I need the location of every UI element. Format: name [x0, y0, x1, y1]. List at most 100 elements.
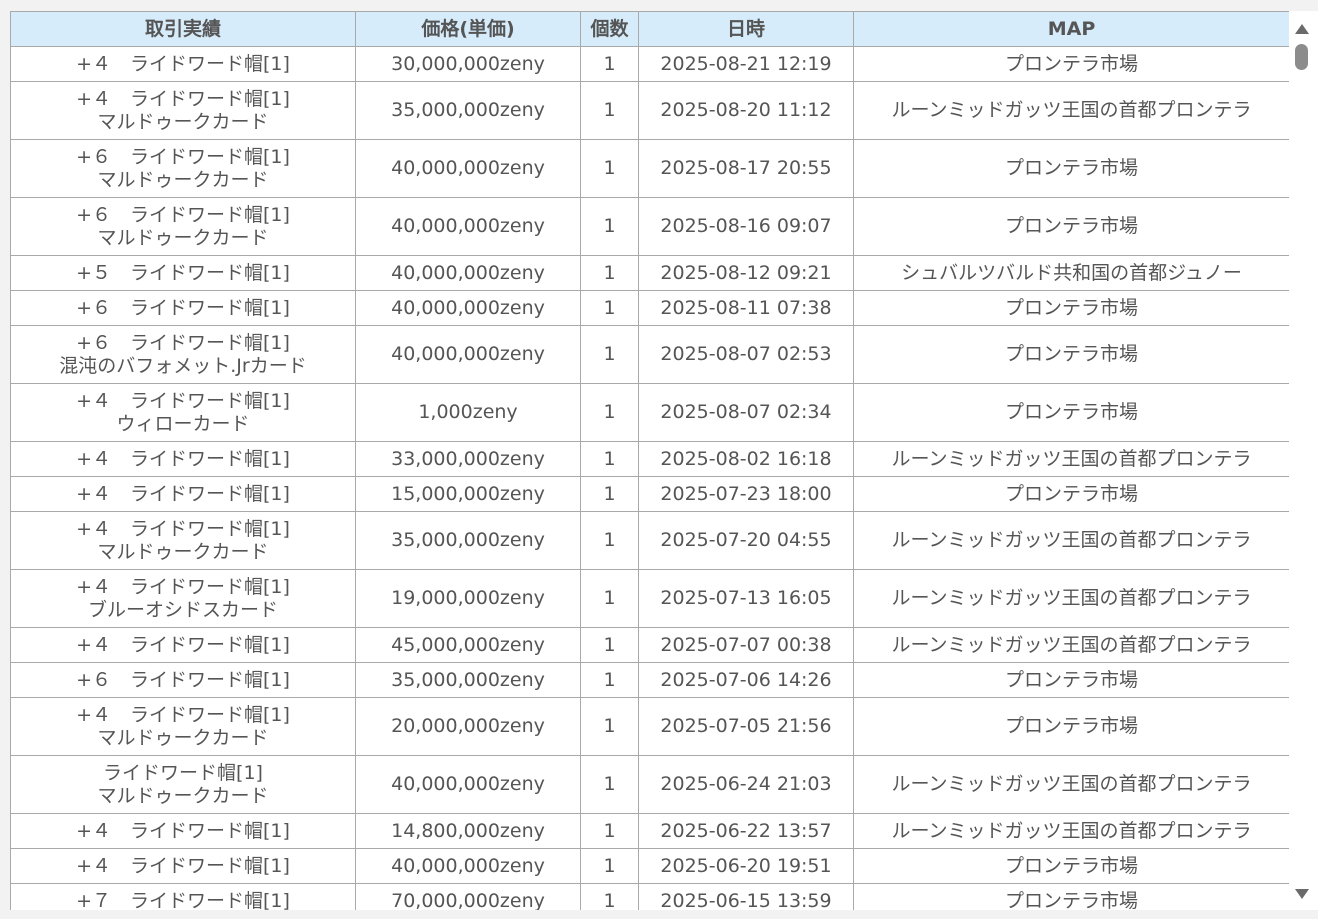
- cell-map: ルーンミッドガッツ王国の首都プロンテラ: [853, 81, 1289, 140]
- cell-map: プロンテラ市場: [853, 290, 1289, 326]
- table-row: +４ ライドワード帽[1] ブルーオシドスカード 19,000,000zeny 1 20…: [10, 569, 1289, 628]
- cell-price: 30,000,000zeny: [355, 46, 581, 82]
- cell-price: 35,000,000zeny: [355, 81, 581, 140]
- cell-map: プロンテラ市場: [853, 883, 1289, 910]
- cell-price: 14,800,000zeny: [355, 813, 581, 849]
- item-name: +６ ライドワード帽[1]: [76, 668, 290, 691]
- cell-datetime: 2025-07-20 04:55: [638, 511, 854, 570]
- cell-map: プロンテラ市場: [853, 139, 1289, 198]
- cell-item: +６ ライドワード帽[1] マルドゥークカード: [10, 197, 356, 256]
- item-name: +４ ライドワード帽[1]: [76, 703, 290, 726]
- item-name: ライドワード帽[1]: [103, 761, 263, 784]
- item-name: +７ ライドワード帽[1]: [76, 889, 290, 911]
- cell-datetime: 2025-06-20 19:51: [638, 848, 854, 884]
- cell-quantity: 1: [580, 883, 639, 910]
- cell-datetime: 2025-06-15 13:59: [638, 883, 854, 910]
- item-name: +４ ライドワード帽[1]: [76, 633, 290, 656]
- cell-datetime: 2025-06-22 13:57: [638, 813, 854, 849]
- trade-history-table: 取引実績 価格(単価) 個数 日時 MAP +４ ライドワード帽[1] 30,00…: [10, 11, 1289, 910]
- table-row: +４ ライドワード帽[1] 45,000,000zeny 1 2025-07-07 0…: [10, 627, 1289, 663]
- cell-quantity: 1: [580, 325, 639, 384]
- cell-quantity: 1: [580, 697, 639, 756]
- cell-map: ルーンミッドガッツ王国の首都プロンテラ: [853, 569, 1289, 628]
- item-name: +４ ライドワード帽[1]: [76, 819, 290, 842]
- cell-item: +７ ライドワード帽[1]: [10, 883, 356, 911]
- cell-price: 70,000,000zeny: [355, 883, 581, 910]
- cell-map: ルーンミッドガッツ王国の首都プロンテラ: [853, 755, 1289, 814]
- table-row: +７ ライドワード帽[1] 70,000,000zeny 1 2025-06-15 1…: [10, 883, 1289, 911]
- item-name: +６ ライドワード帽[1]: [76, 296, 290, 319]
- cell-item: +４ ライドワード帽[1]: [10, 441, 356, 477]
- table-row: +６ ライドワード帽[1] 35,000,000zeny 1 2025-07-06 1…: [10, 662, 1289, 698]
- cell-price: 40,000,000zeny: [355, 139, 581, 198]
- cell-datetime: 2025-08-16 09:07: [638, 197, 854, 256]
- cell-quantity: 1: [580, 81, 639, 140]
- cell-price: 40,000,000zeny: [355, 290, 581, 326]
- cell-price: 40,000,000zeny: [355, 848, 581, 884]
- cell-map: プロンテラ市場: [853, 662, 1289, 698]
- scroll-up-arrow-icon[interactable]: [1295, 24, 1309, 34]
- header-quantity: 個数: [580, 11, 639, 47]
- cell-item: ライドワード帽[1] マルドゥークカード: [10, 755, 356, 814]
- cell-datetime: 2025-08-07 02:53: [638, 325, 854, 384]
- item-name: +４ ライドワード帽[1]: [76, 447, 290, 470]
- cell-price: 40,000,000zeny: [355, 255, 581, 291]
- cell-datetime: 2025-08-20 11:12: [638, 81, 854, 140]
- cell-quantity: 1: [580, 813, 639, 849]
- cell-price: 40,000,000zeny: [355, 325, 581, 384]
- item-name: +４ ライドワード帽[1]: [76, 517, 290, 540]
- item-card: マルドゥークカード: [97, 784, 269, 807]
- cell-map: ルーンミッドガッツ王国の首都プロンテラ: [853, 511, 1289, 570]
- cell-item: +６ ライドワード帽[1] マルドゥークカード: [10, 139, 356, 198]
- cell-quantity: 1: [580, 197, 639, 256]
- cell-price: 19,000,000zeny: [355, 569, 581, 628]
- cell-item: +４ ライドワード帽[1]: [10, 476, 356, 512]
- cell-item: +４ ライドワード帽[1]: [10, 627, 356, 663]
- table-header-row: 取引実績 価格(単価) 個数 日時 MAP: [10, 11, 1289, 47]
- cell-price: 35,000,000zeny: [355, 662, 581, 698]
- table-row: +６ ライドワード帽[1] 混沌のバフォメット.Jrカード 40,000,000ze…: [10, 325, 1289, 384]
- cell-map: プロンテラ市場: [853, 476, 1289, 512]
- item-card: マルドゥークカード: [97, 168, 269, 191]
- cell-price: 15,000,000zeny: [355, 476, 581, 512]
- cell-map: プロンテラ市場: [853, 46, 1289, 82]
- cell-item: +４ ライドワード帽[1]: [10, 848, 356, 884]
- cell-map: プロンテラ市場: [853, 325, 1289, 384]
- trade-history-viewport: 取引実績 価格(単価) 個数 日時 MAP +４ ライドワード帽[1] 30,00…: [0, 0, 1318, 919]
- item-card: 混沌のバフォメット.Jrカード: [59, 354, 307, 377]
- cell-item: +４ ライドワード帽[1] マルドゥークカード: [10, 511, 356, 570]
- table-row: +５ ライドワード帽[1] 40,000,000zeny 1 2025-08-12 0…: [10, 255, 1289, 291]
- item-name: +６ ライドワード帽[1]: [76, 203, 290, 226]
- cell-quantity: 1: [580, 755, 639, 814]
- cell-map: ルーンミッドガッツ王国の首都プロンテラ: [853, 813, 1289, 849]
- cell-item: +４ ライドワード帽[1] マルドゥークカード: [10, 697, 356, 756]
- cell-item: +６ ライドワード帽[1]: [10, 662, 356, 698]
- trade-history-table-container[interactable]: 取引実績 価格(単価) 個数 日時 MAP +４ ライドワード帽[1] 30,00…: [10, 11, 1289, 910]
- cell-quantity: 1: [580, 441, 639, 477]
- cell-quantity: 1: [580, 255, 639, 291]
- cell-datetime: 2025-07-13 16:05: [638, 569, 854, 628]
- cell-quantity: 1: [580, 848, 639, 884]
- cell-quantity: 1: [580, 627, 639, 663]
- cell-item: +６ ライドワード帽[1]: [10, 290, 356, 326]
- cell-quantity: 1: [580, 290, 639, 326]
- cell-quantity: 1: [580, 383, 639, 442]
- cell-datetime: 2025-07-07 00:38: [638, 627, 854, 663]
- scroll-thumb[interactable]: [1295, 44, 1308, 70]
- cell-item: +４ ライドワード帽[1] マルドゥークカード: [10, 81, 356, 140]
- cell-item: +４ ライドワード帽[1] ブルーオシドスカード: [10, 569, 356, 628]
- cell-datetime: 2025-08-11 07:38: [638, 290, 854, 326]
- table-row: +４ ライドワード帽[1] 14,800,000zeny 1 2025-06-22 1…: [10, 813, 1289, 849]
- cell-price: 45,000,000zeny: [355, 627, 581, 663]
- scroll-down-arrow-icon[interactable]: [1295, 889, 1309, 899]
- cell-datetime: 2025-08-21 12:19: [638, 46, 854, 82]
- cell-price: 1,000zeny: [355, 383, 581, 442]
- vertical-scrollbar[interactable]: [1289, 11, 1318, 910]
- item-card: マルドゥークカード: [97, 226, 269, 249]
- table-row: +４ ライドワード帽[1] マルドゥークカード 35,000,000zeny 1 202…: [10, 81, 1289, 140]
- cell-datetime: 2025-06-24 21:03: [638, 755, 854, 814]
- cell-map: プロンテラ市場: [853, 197, 1289, 256]
- table-row: +４ ライドワード帽[1] 15,000,000zeny 1 2025-07-23 1…: [10, 476, 1289, 512]
- item-card: マルドゥークカード: [97, 110, 269, 133]
- cell-item: +４ ライドワード帽[1]: [10, 46, 356, 82]
